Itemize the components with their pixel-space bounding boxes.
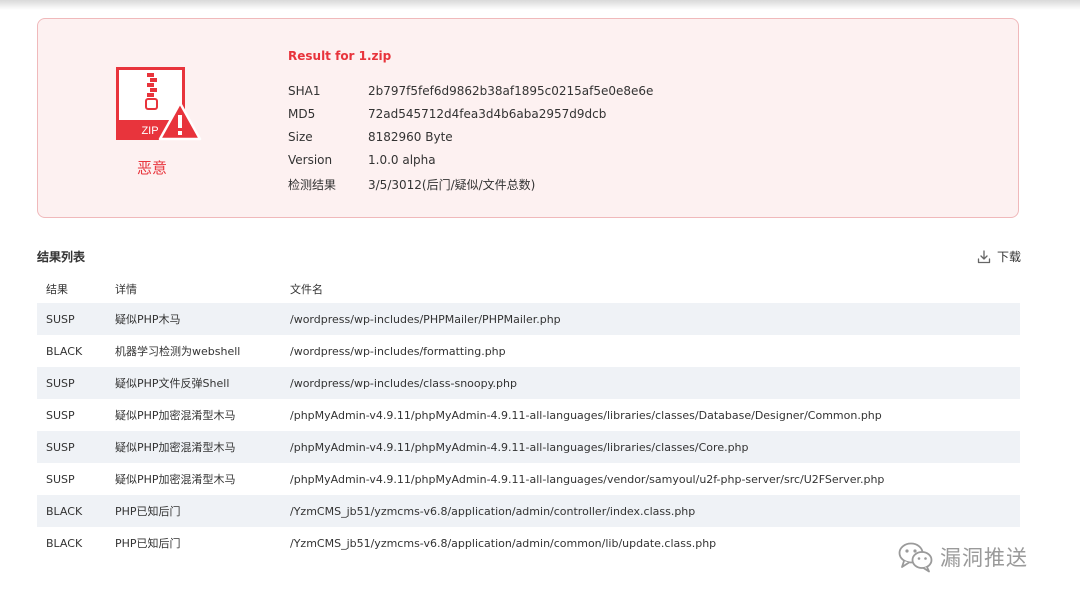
info-value: 3/5/3012(后门/疑似/文件总数) <box>368 178 536 192</box>
info-key: 检测结果 <box>288 178 337 192</box>
info-row-detection: 检测结果 3/5/3012(后门/疑似/文件总数) <box>288 176 535 193</box>
info-key: SHA1 <box>288 84 321 98</box>
table-row[interactable]: SUSP 疑似PHP木马 /wordpress/wp-includes/PHPM… <box>37 303 1020 335</box>
info-value: 8182960 Byte <box>368 130 453 144</box>
detail-cell: 疑似PHP木马 <box>115 313 181 326</box>
window-top-edge <box>0 0 1080 10</box>
info-row-md5: MD5 72ad545712d4fea3d4b6aba2957d9dcb <box>288 107 606 121</box>
result-cell: SUSP <box>46 408 75 422</box>
detail-cell: 疑似PHP加密混淆型木马 <box>115 441 236 454</box>
column-header-result: 结果 <box>46 283 68 296</box>
watermark: 漏洞推送 <box>898 541 1028 573</box>
result-cell: BLACK <box>46 344 83 358</box>
info-value: 2b797f5fef6d9862b38af1895c0215af5e0e8e6e <box>368 84 654 98</box>
detail-cell: 疑似PHP文件反弹Shell <box>115 377 230 390</box>
result-cell: SUSP <box>46 440 75 454</box>
table-row[interactable]: BLACK 机器学习检测为webshell /wordpress/wp-incl… <box>37 335 1020 367</box>
info-row-version: Version 1.0.0 alpha <box>288 153 436 167</box>
filename-cell: /phpMyAdmin-v4.9.11/phpMyAdmin-4.9.11-al… <box>290 440 749 454</box>
detail-cell: 疑似PHP加密混淆型木马 <box>115 409 236 422</box>
table-row[interactable]: BLACK PHP已知后门 /YzmCMS_jb51/yzmcms-v6.8/a… <box>37 495 1020 527</box>
column-header-detail: 详情 <box>115 283 137 296</box>
file-type-label: ZIP <box>141 125 158 137</box>
download-button[interactable]: 下载 <box>977 248 1021 265</box>
malicious-zip-file-icon: ZIP <box>116 67 202 141</box>
filename-cell: /wordpress/wp-includes/class-snoopy.php <box>290 376 517 390</box>
wechat-icon <box>898 542 933 573</box>
download-icon <box>977 249 991 263</box>
verdict-label: 恶意 <box>136 159 167 177</box>
result-cell: BLACK <box>46 504 83 518</box>
filename-cell: /wordpress/wp-includes/PHPMailer/PHPMail… <box>290 312 561 326</box>
detail-cell: 疑似PHP加密混淆型木马 <box>115 473 236 486</box>
table-row[interactable]: SUSP 疑似PHP加密混淆型木马 /phpMyAdmin-v4.9.11/ph… <box>37 463 1020 495</box>
result-cell: SUSP <box>46 312 75 326</box>
table-row[interactable]: BLACK PHP已知后门 /YzmCMS_jb51/yzmcms-v6.8/a… <box>37 527 1020 559</box>
table-row[interactable]: SUSP 疑似PHP文件反弹Shell /wordpress/wp-includ… <box>37 367 1020 399</box>
detail-cell: PHP已知后门 <box>115 537 181 550</box>
results-list-title: 结果列表 <box>37 250 86 264</box>
column-header-filename: 文件名 <box>290 283 323 296</box>
download-label: 下载 <box>996 250 1021 264</box>
filename-cell: /wordpress/wp-includes/formatting.php <box>290 344 506 358</box>
result-summary-card: ZIP 恶意 Result for 1.zip SHA1 2b797f5fef6d… <box>37 18 1019 218</box>
filename-cell: /YzmCMS_jb51/yzmcms-v6.8/application/adm… <box>290 504 696 518</box>
info-row-size: Size 8182960 Byte <box>288 130 453 144</box>
table-row[interactable]: SUSP 疑似PHP加密混淆型木马 /phpMyAdmin-v4.9.11/ph… <box>37 431 1020 463</box>
filename-cell: /phpMyAdmin-v4.9.11/phpMyAdmin-4.9.11-al… <box>290 472 885 486</box>
detail-cell: PHP已知后门 <box>115 505 181 518</box>
table-row[interactable]: SUSP 疑似PHP加密混淆型木马 /phpMyAdmin-v4.9.11/ph… <box>37 399 1020 431</box>
result-cell: SUSP <box>46 472 75 486</box>
info-key: Version <box>288 153 333 167</box>
result-cell: BLACK <box>46 536 83 550</box>
info-row-sha1: SHA1 2b797f5fef6d9862b38af1895c0215af5e0e… <box>288 84 653 98</box>
result-cell: SUSP <box>46 376 75 390</box>
results-table: 结果 详情 文件名 SUSP 疑似PHP木马 /wordpress/wp-inc… <box>37 275 1020 559</box>
info-key: MD5 <box>288 107 316 121</box>
info-value: 1.0.0 alpha <box>368 153 436 167</box>
table-header: 结果 详情 文件名 <box>37 275 1020 303</box>
info-key: Size <box>288 130 313 144</box>
detail-cell: 机器学习检测为webshell <box>115 345 241 358</box>
info-value: 72ad545712d4fea3d4b6aba2957d9dcb <box>368 107 607 121</box>
watermark-text: 漏洞推送 <box>940 546 1028 570</box>
result-title: Result for 1.zip <box>288 49 392 63</box>
filename-cell: /phpMyAdmin-v4.9.11/phpMyAdmin-4.9.11-al… <box>290 408 882 422</box>
